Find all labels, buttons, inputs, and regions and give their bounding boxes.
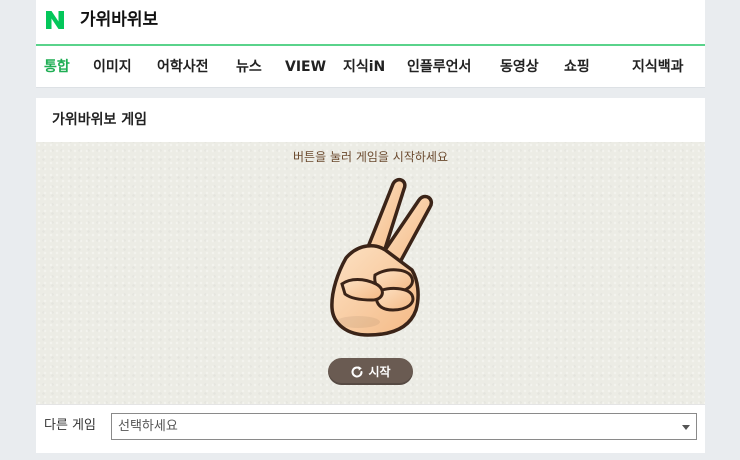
tab-video[interactable]: 동영상: [500, 58, 539, 76]
naver-logo[interactable]: [44, 9, 66, 31]
refresh-icon: [350, 365, 364, 379]
tab-integrated[interactable]: 통합: [44, 58, 70, 76]
search-query-text[interactable]: 가위바위보: [80, 8, 158, 32]
other-games-label: 다른 게임: [44, 418, 96, 433]
tab-shopping[interactable]: 쇼핑: [564, 58, 590, 76]
tab-view[interactable]: VIEW: [285, 58, 326, 76]
tab-dictionary[interactable]: 어학사전: [157, 58, 209, 76]
naver-n-icon: [46, 11, 64, 29]
other-games-select[interactable]: 선택하세요: [111, 413, 697, 440]
chevron-down-icon: [682, 425, 690, 430]
header-divider: [36, 87, 705, 88]
game-instruction: 버튼을 눌러 게임을 시작하세요: [293, 150, 448, 164]
select-value: 선택하세요: [118, 419, 178, 434]
page: 가위바위보 통합 이미지 어학사전 뉴스 VIEW 지식iN 인플루언서 동영상…: [36, 0, 705, 460]
search-header: 가위바위보 통합 이미지 어학사전 뉴스 VIEW 지식iN 인플루언서 동영상…: [36, 0, 705, 88]
card-title: 가위바위보 게임: [52, 112, 148, 128]
start-button[interactable]: 시작: [328, 358, 413, 385]
tab-kin[interactable]: 지식iN: [343, 58, 385, 76]
start-button-label: 시작: [368, 364, 391, 379]
rps-game-card: 가위바위보 게임 버튼을 눌러 게임을 시작하세요 시작 다른 게임 선택하세요: [36, 98, 705, 453]
game-area: 버튼을 눌러 게임을 시작하세요 시작: [36, 142, 705, 404]
tab-images[interactable]: 이미지: [93, 58, 132, 76]
other-games-row: 다른 게임 선택하세요: [36, 404, 705, 453]
search-tabs: 통합 이미지 어학사전 뉴스 VIEW 지식iN 인플루언서 동영상 쇼핑 지식…: [36, 46, 705, 87]
scissors-hand-icon: [330, 177, 433, 337]
tab-influencer[interactable]: 인플루언서: [407, 58, 471, 76]
tab-encyclopedia[interactable]: 지식백과: [632, 58, 684, 76]
tab-news[interactable]: 뉴스: [236, 58, 262, 76]
